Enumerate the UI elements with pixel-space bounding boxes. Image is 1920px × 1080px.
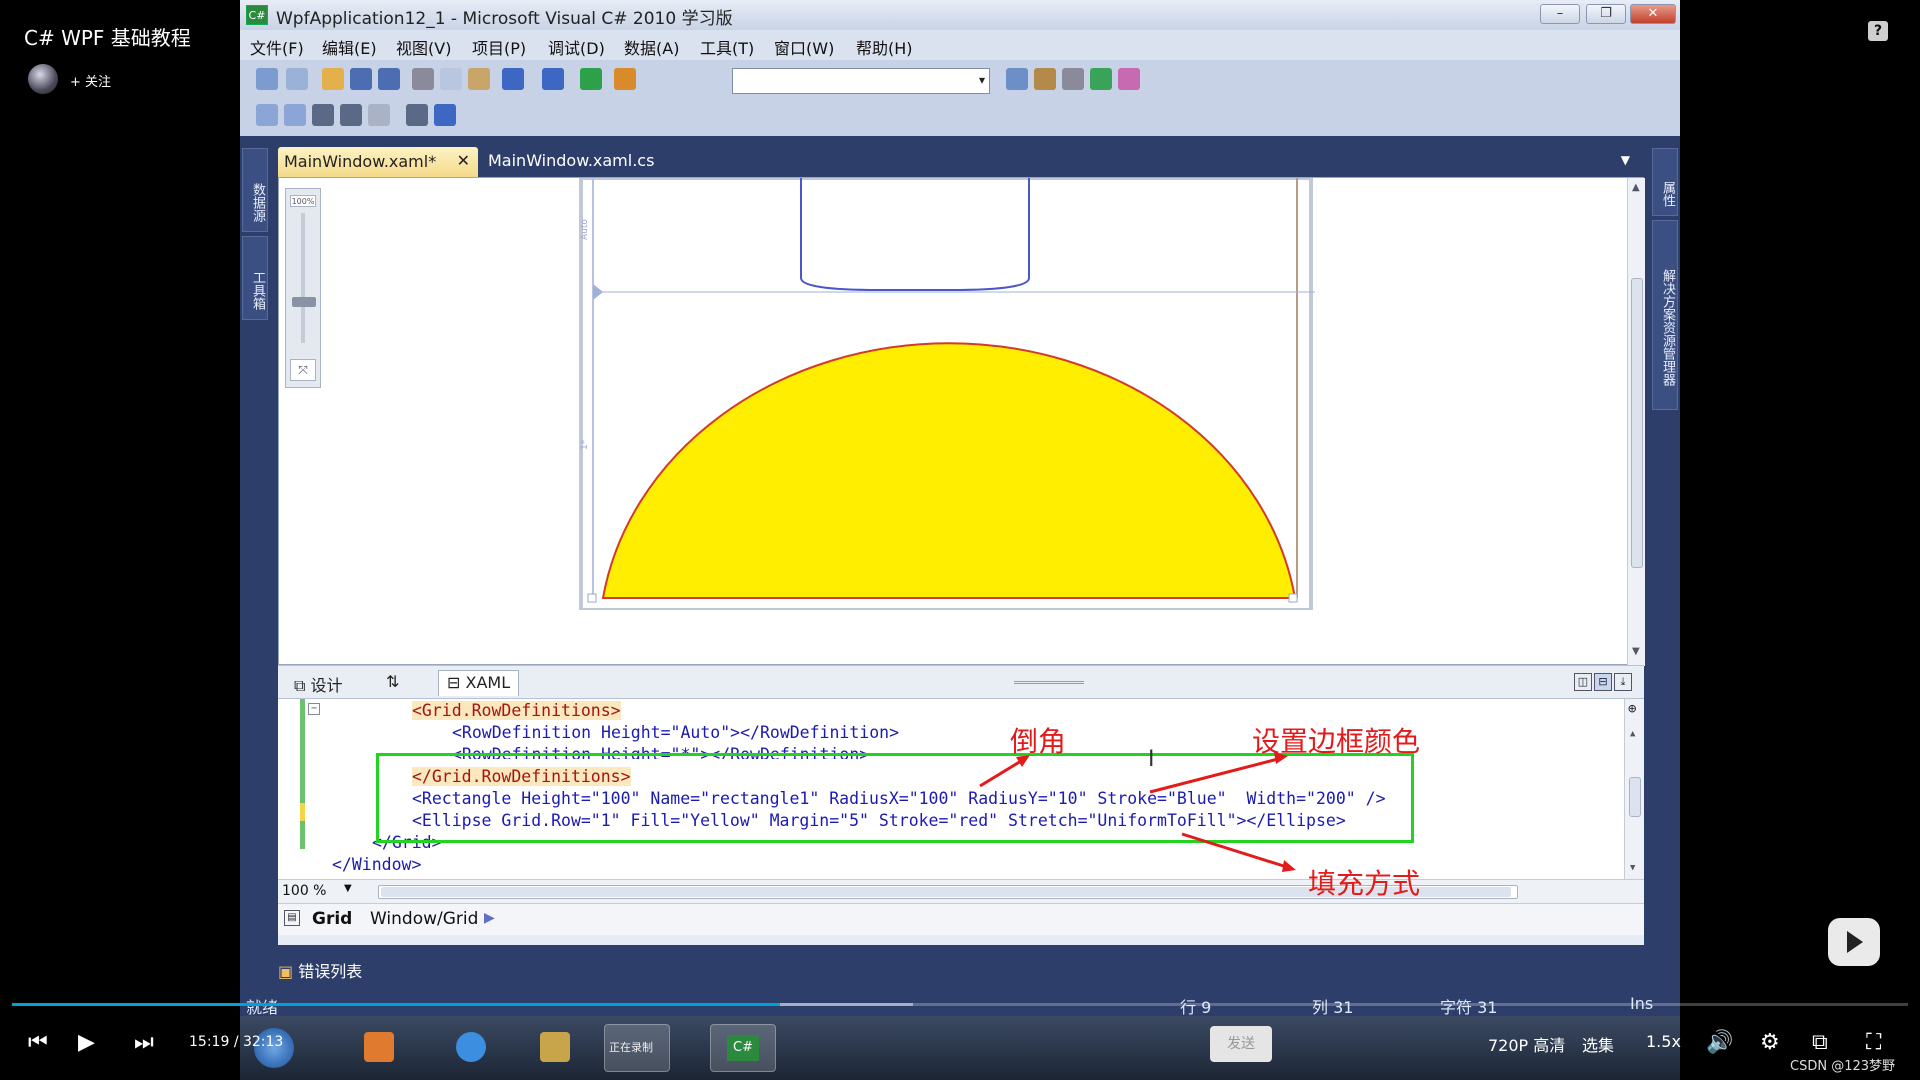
explorer-icon[interactable] — [540, 1032, 570, 1062]
settings-gear-icon[interactable]: ⚙ — [1760, 1030, 1780, 1055]
next-icon[interactable]: ⏭ — [134, 1030, 154, 1055]
time-current: 15:19 — [189, 1034, 230, 1050]
quality-select[interactable]: 720P 高清 — [1488, 1032, 1565, 1056]
recorder-taskbar-item[interactable]: 正在录制 — [604, 1024, 670, 1072]
arrow-chamfer — [979, 756, 1027, 788]
speed-button[interactable]: 1.5x — [1646, 1032, 1681, 1051]
windows-taskbar: 正在录制 C# — [240, 1016, 1680, 1080]
time-display: 15:19 / 32:13 — [189, 1034, 283, 1050]
volume-icon[interactable]: 🔊 — [1706, 1030, 1733, 1055]
play-icon[interactable]: ▶ — [78, 1030, 95, 1055]
arrow-chamfer-head — [1016, 755, 1030, 767]
arrow-fill-mode — [1181, 832, 1291, 870]
status-char: 字符 31 — [1440, 998, 1498, 1017]
fullscreen-icon[interactable]: ⛶ — [1866, 1030, 1881, 1055]
status-ready: 就绪 — [246, 998, 279, 1017]
status-col: 列 31 — [1312, 998, 1354, 1017]
time-total: 32:13 — [242, 1034, 284, 1050]
bilibili-tv-icon[interactable] — [1828, 918, 1880, 966]
arrow-border-color-head — [1274, 752, 1288, 764]
annotation-arrows: I — [979, 747, 1296, 872]
arrow-border-color — [1149, 756, 1283, 794]
episodes-button[interactable]: 选集 — [1582, 1032, 1614, 1056]
tv-play-glyph — [1847, 931, 1863, 953]
status-row: 行 9 — [1180, 998, 1212, 1017]
progress-played[interactable] — [12, 1003, 780, 1006]
previous-icon[interactable]: ⏮ — [28, 1030, 48, 1055]
text-cursor-icon: I — [1148, 747, 1155, 772]
picture-in-picture-icon[interactable]: ⧉ — [1812, 1030, 1828, 1055]
media-player-icon[interactable] — [364, 1032, 394, 1062]
csharp-icon: C# — [727, 1035, 759, 1061]
csharp-taskbar-item[interactable]: C# — [710, 1024, 776, 1072]
csdn-watermark: CSDN @123梦野 — [1790, 1059, 1896, 1074]
arrow-fill-mode-head — [1282, 860, 1296, 872]
send-danmaku-button[interactable]: 发送 — [1210, 1026, 1272, 1062]
time-separator: / — [233, 1034, 239, 1050]
ie-icon[interactable] — [456, 1032, 486, 1062]
